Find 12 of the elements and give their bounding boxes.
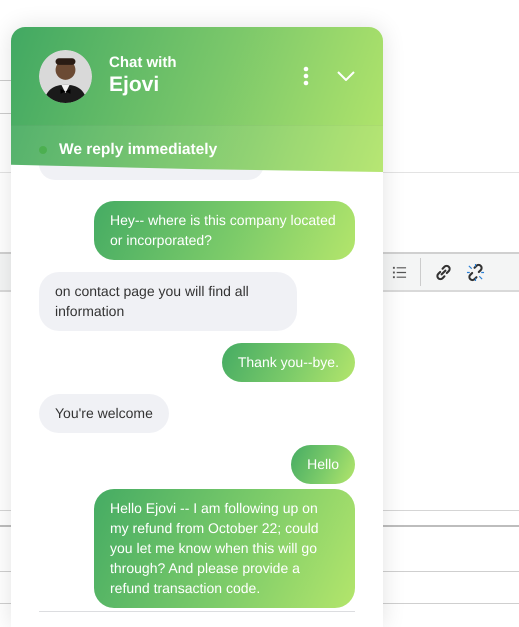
agent-name: Ejovi — [109, 72, 160, 98]
chat-title: Chat with — [109, 54, 178, 72]
received-message: on contact page you will find all information — [39, 272, 297, 331]
sent-message: Hello — [291, 445, 355, 484]
link-icon[interactable] — [434, 262, 453, 282]
sent-message: Thank you--bye. — [222, 343, 355, 382]
numbered-list-icon[interactable] — [392, 264, 407, 280]
sent-message: Hey-- where is this company located or incorporated? — [94, 201, 355, 260]
received-message: You're welcome — [39, 394, 169, 433]
sent-message: Hello Ejovi -- I am following up on my refund from October 22; could you let me know when this will go through? And please provide a refund transaction code. — [94, 489, 355, 608]
status-text: We reply immediately — [59, 141, 218, 159]
unlink-icon[interactable] — [466, 262, 485, 282]
